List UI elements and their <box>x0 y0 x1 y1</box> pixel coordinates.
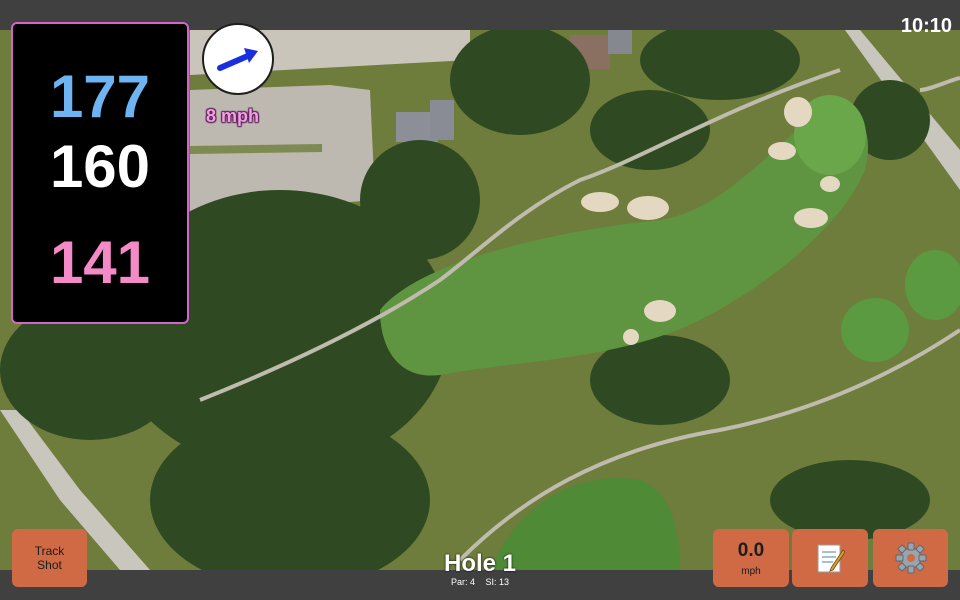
notepad-icon <box>817 544 845 573</box>
notes-button[interactable] <box>792 529 868 587</box>
speed-button[interactable]: 0.0 mph <box>713 529 789 587</box>
speed-value: 0.0 <box>737 539 765 561</box>
distance-middle: 160 <box>49 133 151 200</box>
distance-front: 141 <box>49 229 151 296</box>
distance-panel: 177 160 141 <box>11 22 189 324</box>
distance-back: 177 <box>49 63 151 130</box>
settings-button[interactable] <box>873 529 948 587</box>
track-shot-button[interactable]: Track Shot <box>12 529 87 587</box>
wind-arrow-icon <box>217 48 258 71</box>
track-shot-label: Track Shot <box>34 544 65 572</box>
hole-title: Hole 1 <box>443 550 517 577</box>
wind-indicator <box>202 23 274 95</box>
hole-par: Par: 4 <box>450 577 475 587</box>
hole-info: Par: 4 SI: 13 <box>430 577 530 587</box>
speed-unit: mph <box>741 565 761 577</box>
wind-speed: 8 mph <box>206 106 260 126</box>
clock: 10:10 <box>900 15 952 37</box>
gear-icon <box>895 542 926 574</box>
hole-stroke-index: SI: 13 <box>485 577 510 587</box>
